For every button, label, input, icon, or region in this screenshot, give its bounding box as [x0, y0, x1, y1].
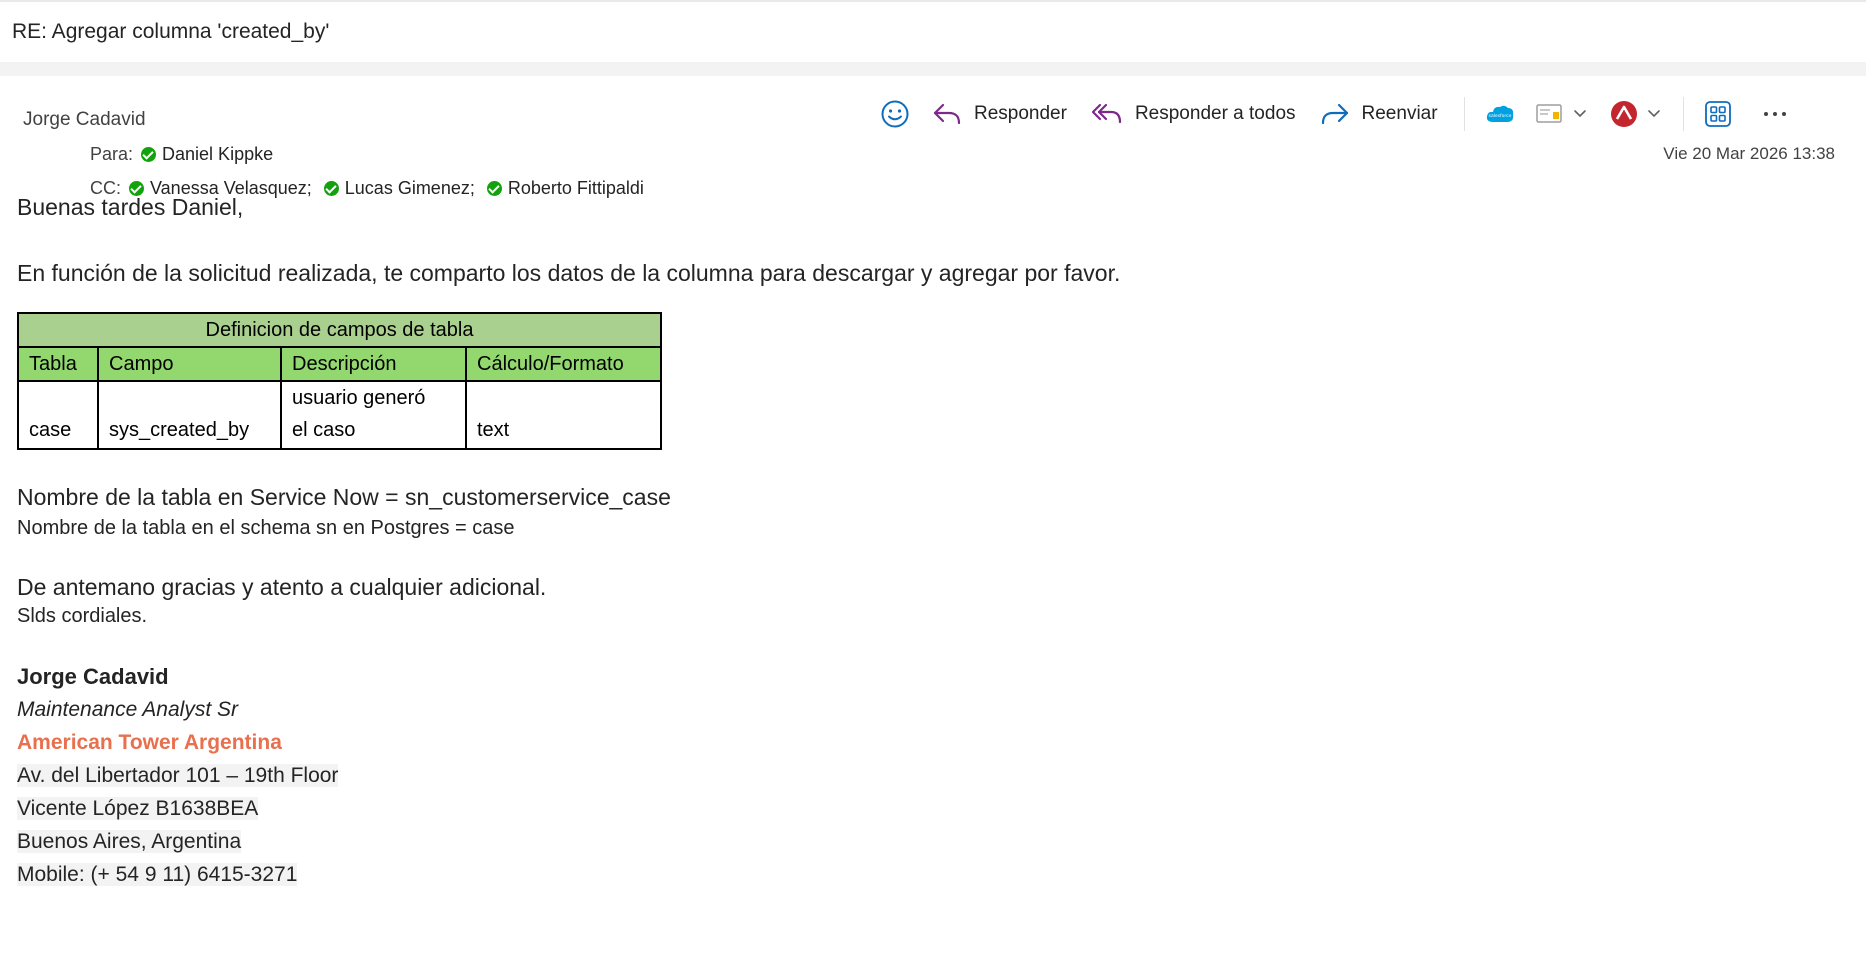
recipient-to[interactable]: Daniel Kippke [141, 144, 273, 165]
header-campo: Campo [97, 346, 282, 382]
table-row: case sys_created_by usuario generó el ca… [17, 380, 662, 450]
apps-grid-icon [1704, 101, 1731, 127]
salesforce-addin-button[interactable]: salesforce [1485, 103, 1515, 125]
greeting: Buenas tardes Daniel, [17, 194, 244, 220]
reply-button[interactable]: Responder [932, 101, 1067, 127]
cell-tabla: case [17, 380, 99, 450]
check-circle-icon [141, 147, 157, 162]
reply-all-label: Responder a todos [1134, 103, 1296, 124]
regards-line: Slds cordiales. [17, 605, 148, 627]
more-actions-button[interactable] [1762, 109, 1788, 119]
forward-label: Reenviar [1361, 103, 1438, 124]
signature-mobile-line: Mobile: (+ 54 9 11) 6415-3271 [17, 858, 1837, 891]
table-header-row: Tabla Campo Descripción Cálculo/Formato [17, 346, 662, 382]
toolbar-divider [1463, 97, 1465, 131]
red-app-logo-icon [1610, 101, 1637, 127]
message-body: Buenas tardes Daniel, En función de la s… [17, 192, 1837, 891]
toolbar-divider [1682, 97, 1684, 131]
header-descripcion: Descripción [280, 346, 467, 382]
table-title: Definicion de campos de tabla [17, 312, 662, 348]
more-horizontal-icon [1763, 112, 1786, 116]
cell-descripcion: usuario generó el caso [280, 380, 467, 450]
cell-descripcion-line2: el caso [292, 419, 356, 441]
apps-button[interactable] [1704, 100, 1732, 128]
reply-all-arrow-icon [1091, 103, 1122, 124]
sender-name[interactable]: Jorge Cadavid [23, 109, 146, 131]
signature-address-line: Av. del Libertador 101 – 19th Floor [17, 759, 1837, 792]
emoji-reaction-button[interactable] [880, 99, 910, 129]
address-text: Buenos Aires, Argentina [17, 830, 242, 853]
table-title-row: Definicion de campos de tabla [17, 312, 662, 348]
smiley-icon [881, 100, 909, 128]
address-text: Vicente López B1638BEA [17, 797, 259, 820]
recipient-name: Daniel Kippke [162, 144, 274, 164]
reading-pane: Jorge Cadavid Para: Daniel Kippke CC: Va… [0, 76, 1866, 957]
salesforce-logo-text: salesforce [1488, 113, 1511, 119]
separator-strip [0, 62, 1866, 76]
address-text: Av. del Libertador 101 – 19th Floor [17, 764, 339, 787]
cell-descripcion-line1: usuario generó [292, 387, 426, 409]
message-toolbar: Responder Responder a todos Reenviar sal… [880, 94, 1788, 134]
avatar-addin-button[interactable] [1609, 99, 1661, 129]
reply-arrow-icon [933, 103, 961, 125]
cell-formato: text [465, 380, 662, 450]
reply-all-button[interactable]: Responder a todos [1091, 101, 1296, 127]
signature-block: Jorge Cadavid Maintenance Analyst Sr Ame… [17, 660, 1837, 891]
email-subject: RE: Agregar columna 'created_by' [12, 20, 330, 43]
intro-paragraph: En función de la solicitud realizada, te… [17, 260, 1121, 286]
signature-title: Maintenance Analyst Sr [17, 698, 239, 721]
forward-button[interactable]: Reenviar [1320, 101, 1438, 127]
reply-label: Responder [974, 103, 1067, 124]
subject-bar: RE: Agregar columna 'created_by' [0, 0, 1866, 62]
mobile-text[interactable]: Mobile: (+ 54 9 11) 6415-3271 [17, 863, 298, 886]
signature-name: Jorge Cadavid [17, 664, 169, 689]
signature-address-line: Buenos Aires, Argentina [17, 825, 1837, 858]
signature-company: American Tower Argentina [17, 731, 282, 754]
card-addin-button[interactable] [1535, 102, 1587, 126]
id-card-icon [1535, 104, 1562, 123]
cell-campo: sys_created_by [97, 380, 282, 450]
salesforce-cloud-icon: salesforce [1486, 105, 1513, 122]
thanks-line: De antemano gracias y atento a cualquier… [17, 574, 547, 600]
to-row: Para: Daniel Kippke [90, 144, 285, 165]
forward-arrow-icon [1321, 103, 1348, 125]
email-window: RE: Agregar columna 'created_by' Jorge C… [0, 0, 1866, 957]
to-label: Para: [90, 144, 134, 164]
postgres-table-line: Nombre de la tabla en el schema sn en Po… [17, 517, 515, 539]
header-formato: Cálculo/Formato [465, 346, 662, 382]
chevron-down-icon [1573, 110, 1586, 118]
servicenow-table-line: Nombre de la tabla en Service Now = sn_c… [17, 484, 671, 510]
header-tabla: Tabla [17, 346, 99, 382]
field-definition-table: Definicion de campos de tabla Tabla Camp… [17, 312, 662, 450]
chevron-down-icon [1647, 110, 1660, 118]
signature-address-line: Vicente López B1638BEA [17, 792, 1837, 825]
sent-date: Vie 20 Mar 2026 13:38 [1663, 144, 1835, 163]
